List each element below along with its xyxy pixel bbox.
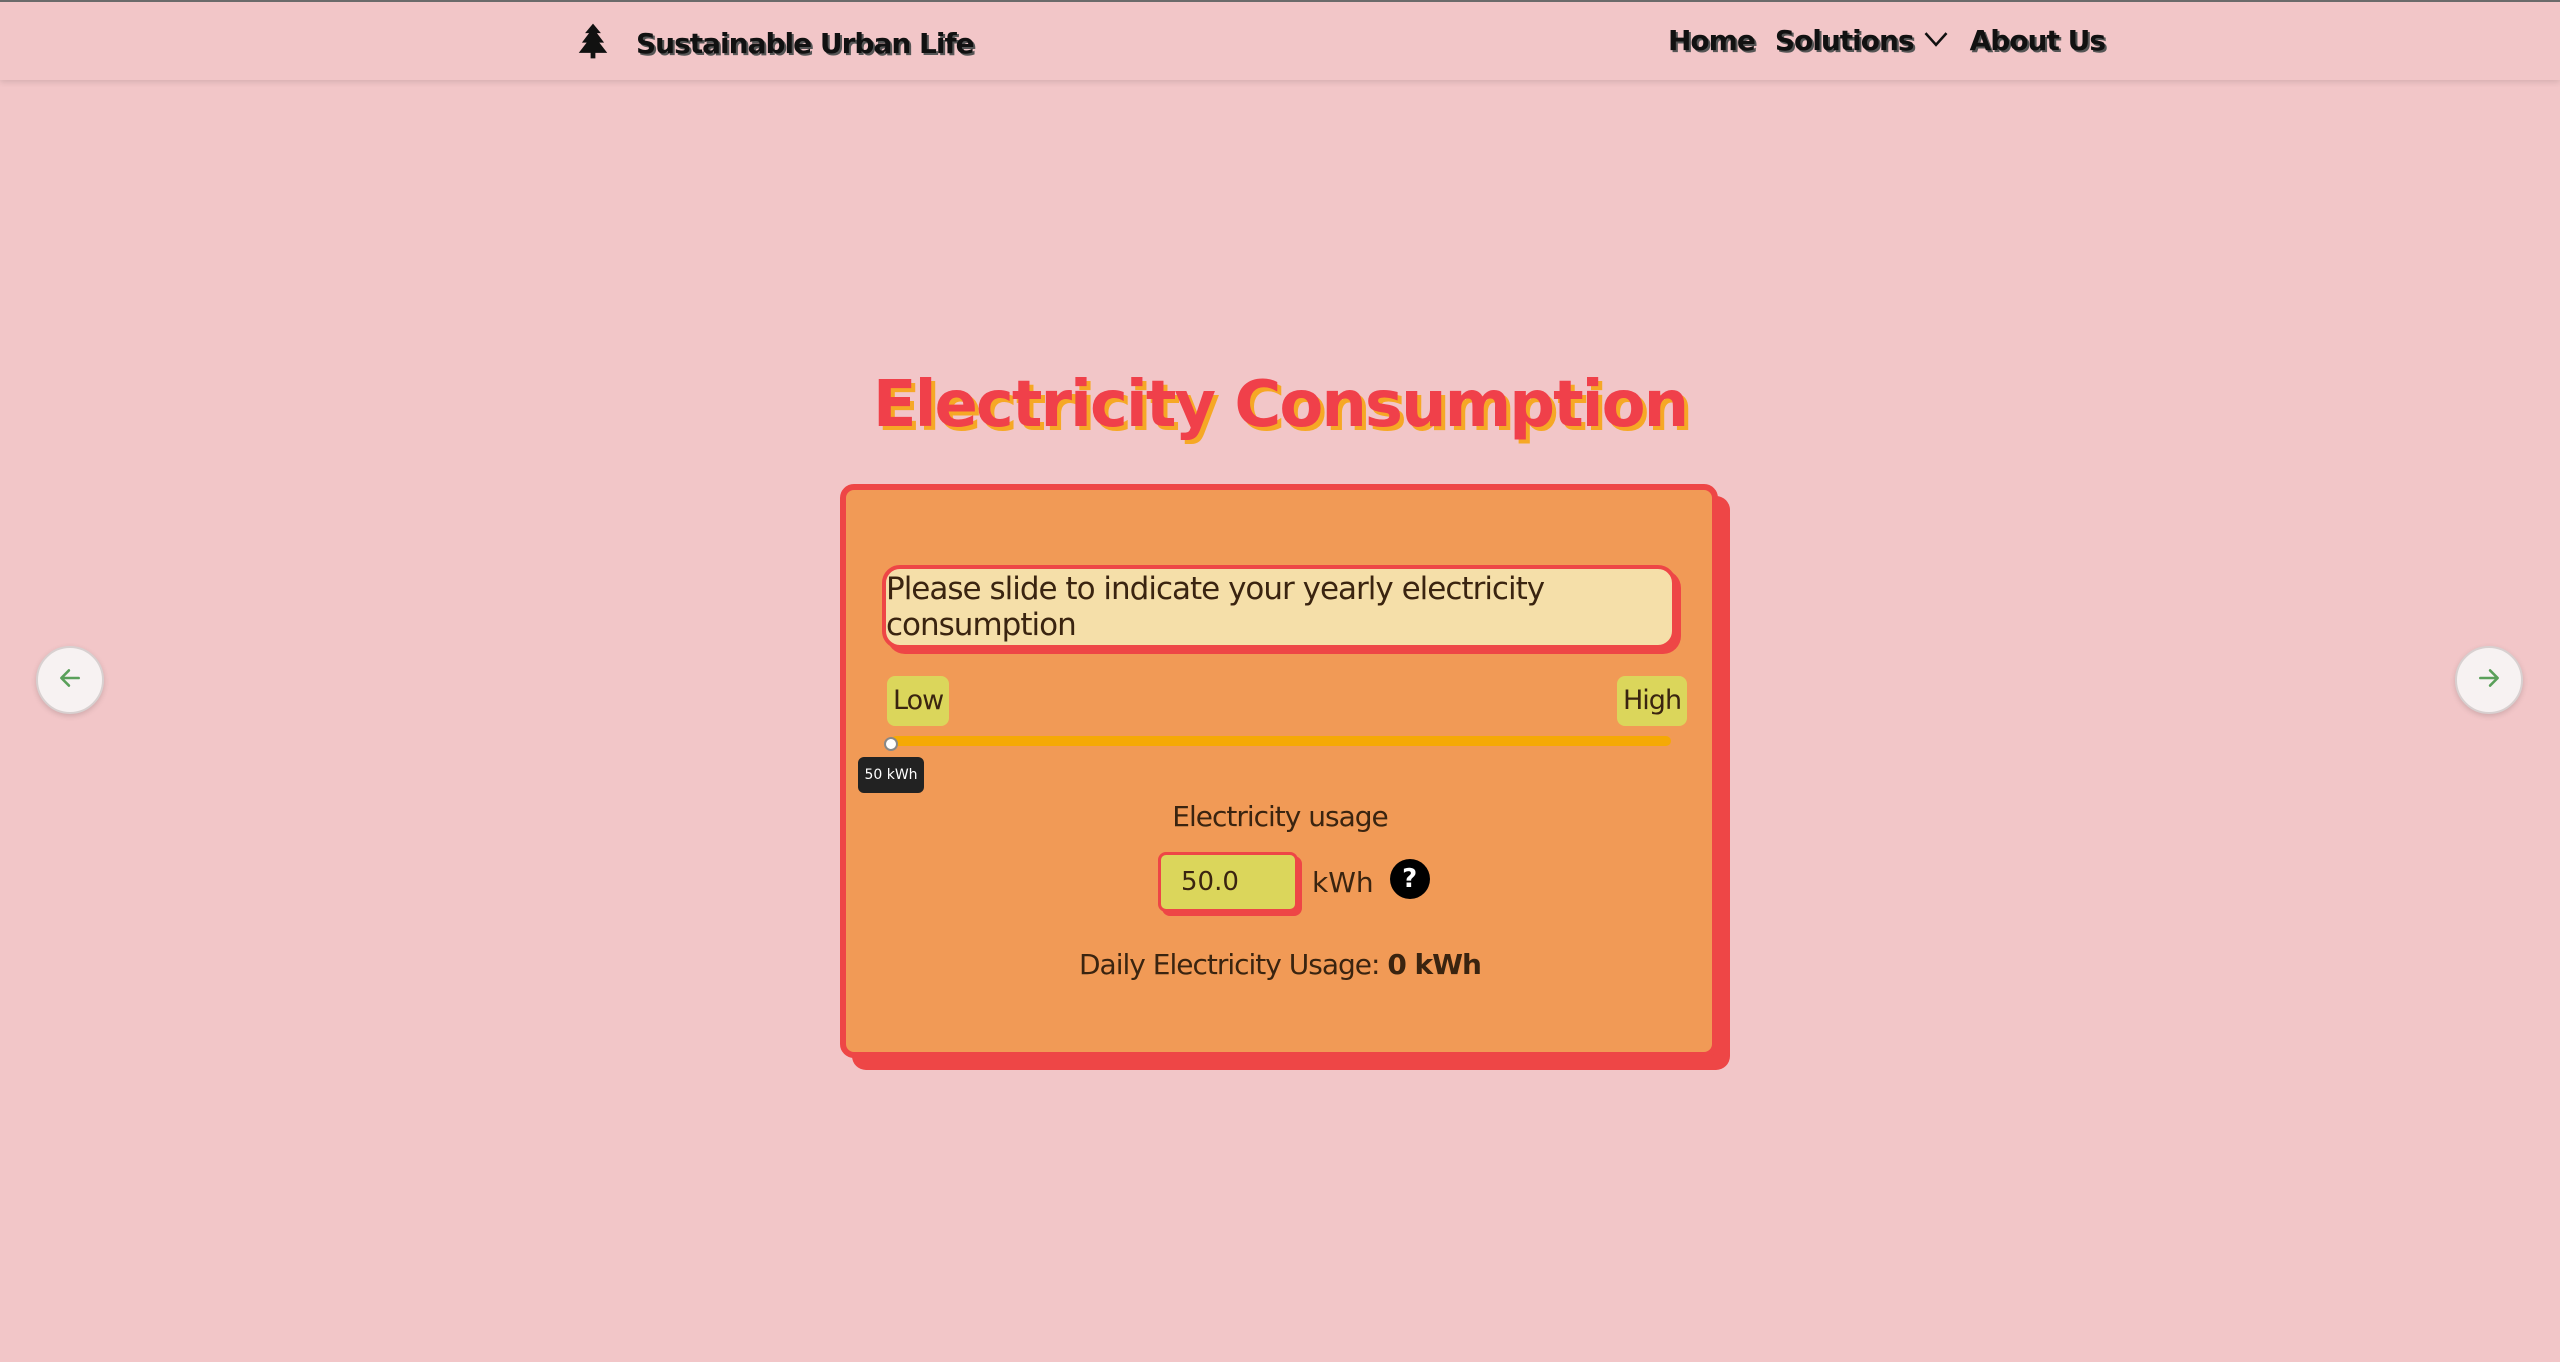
slider-high-label: High [1617,676,1688,726]
slider-value-tooltip: 50 kWh [858,757,924,793]
tree-icon [574,22,612,64]
nav-link-home[interactable]: Home [1668,24,1756,57]
daily-usage-label: Daily Electricity Usage: [1079,948,1380,981]
chevron-down-icon[interactable] [1922,25,1950,57]
page-title: Electricity Consumption [872,368,1689,442]
slider-thumb[interactable] [884,737,898,751]
slider-prompt: Please slide to indicate your yearly ele… [882,565,1676,649]
usage-input[interactable] [1158,852,1298,912]
nav-link-about[interactable]: About Us [1970,24,2106,57]
previous-button[interactable] [36,646,104,714]
brand-name: Sustainable Urban Life [636,26,975,60]
arrow-left-icon [57,665,83,695]
nav-links: Home Solutions About Us [1668,24,2106,57]
brand[interactable]: Sustainable Urban Life [574,22,975,64]
top-navbar: Sustainable Urban Life Home Solutions Ab… [0,0,2560,80]
slider-low-label: Low [887,676,950,726]
usage-row: kWh ? [1158,852,1430,912]
usage-unit: kWh [1312,865,1374,899]
next-button[interactable] [2455,646,2523,714]
consumption-slider-track[interactable] [891,736,1671,746]
nav-link-solutions[interactable]: Solutions [1775,24,1915,57]
nav-dropdown-solutions[interactable]: Solutions [1775,24,1950,57]
help-icon[interactable]: ? [1389,859,1430,899]
daily-usage-value: 0 kWh [1387,948,1482,981]
arrow-right-icon [2476,665,2502,695]
daily-usage: Daily Electricity Usage: 0 kWh [0,948,2560,981]
usage-label: Electricity usage [1172,800,1388,833]
